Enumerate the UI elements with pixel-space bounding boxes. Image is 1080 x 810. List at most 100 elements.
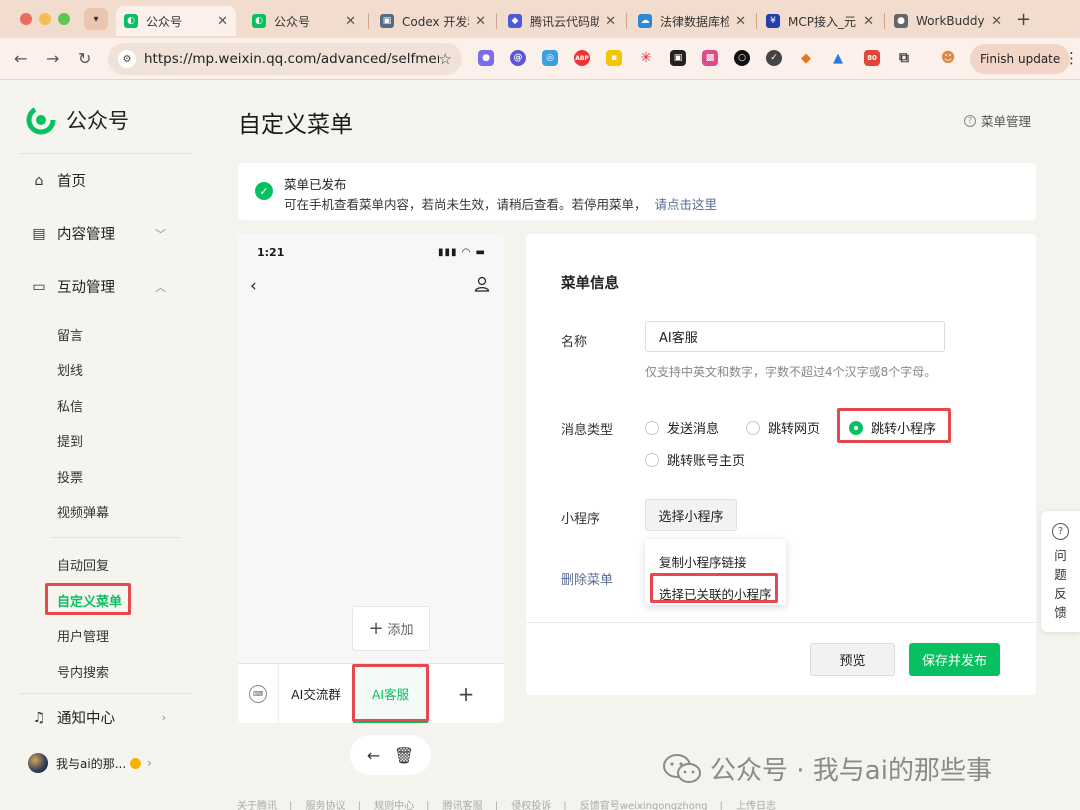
extension-icon[interactable]: ▲: [830, 50, 846, 66]
chat-bubble-icon: ▭: [32, 278, 46, 295]
tab-wechat-mp-active[interactable]: ◐ 公众号 ✕: [116, 6, 236, 36]
sidebar-subitem-search[interactable]: 号内搜索: [57, 662, 109, 681]
sidebar-item-notifications[interactable]: ♫ 通知中心 ›: [30, 707, 180, 728]
select-miniprogram-button[interactable]: 选择小程序: [645, 499, 737, 531]
extension-icon[interactable]: ✓: [766, 50, 782, 66]
radio-send-message[interactable]: 发送消息: [645, 418, 719, 437]
tab-wechat-mp[interactable]: ◐ 公众号 ✕: [244, 6, 364, 36]
footer-link[interactable]: 上传日志: [736, 801, 776, 810]
profile-icon[interactable]: ☻: [940, 50, 956, 66]
sidebar-subitem-danmaku[interactable]: 视频弹幕: [57, 502, 109, 521]
menu-name-input[interactable]: [645, 321, 945, 352]
close-icon[interactable]: ✕: [475, 14, 486, 29]
highlight-custom-menu: [45, 583, 131, 615]
sidebar-subitem-auto-reply[interactable]: 自动回复: [57, 555, 109, 574]
check-circle-icon: ✓: [255, 182, 273, 200]
chevron-right-icon: ›: [147, 756, 152, 770]
wechat-icon: [663, 753, 701, 783]
chevron-down-icon: ﹀: [155, 227, 166, 241]
site-settings-icon[interactable]: ⚙: [118, 50, 136, 68]
tab-codex[interactable]: ▣ Codex 开发和 ✕: [372, 6, 494, 36]
sidebar-subitem-mentions[interactable]: 提到: [57, 431, 83, 450]
delete-menu-link[interactable]: 删除菜单: [561, 569, 613, 588]
address-bar[interactable]: ⚙ https://mp.weixin.qq.com/advanced/self…: [108, 43, 462, 75]
tab-search-chevron-icon[interactable]: ▾: [84, 8, 108, 30]
sidebar-subitem-vote[interactable]: 投票: [57, 467, 83, 486]
window-close-button[interactable]: [20, 13, 32, 25]
extension-icon[interactable]: ▩: [702, 50, 718, 66]
trash-icon[interactable]: 🗑: [394, 746, 414, 765]
close-icon[interactable]: ✕: [217, 14, 228, 29]
footer-link[interactable]: 腾讯客服: [443, 801, 483, 810]
more-menu-icon[interactable]: ⋮: [1064, 49, 1079, 67]
extension-icon[interactable]: ○: [734, 50, 750, 66]
puzzle-icon[interactable]: ⧉: [896, 50, 912, 66]
tab-tencent-cloud[interactable]: ◆ 腾讯云代码助 ✕: [500, 6, 624, 36]
menu-item-ai-group[interactable]: AI交流群: [278, 664, 353, 723]
close-icon[interactable]: ✕: [605, 14, 616, 29]
close-icon[interactable]: ✕: [863, 14, 874, 29]
account-switcher[interactable]: 我与ai的那... ›: [28, 753, 152, 773]
user-icon[interactable]: [474, 276, 490, 292]
sidebar-subitem-messages[interactable]: 私信: [57, 396, 83, 415]
back-arrow-icon[interactable]: ←: [14, 49, 27, 68]
adblock-icon[interactable]: ABP: [574, 50, 590, 66]
browser-toolbar: ← → ↻ ⚙ https://mp.weixin.qq.com/advance…: [0, 38, 1080, 80]
extension-icon[interactable]: ▪: [606, 50, 622, 66]
preview-button[interactable]: 预览: [810, 643, 895, 676]
save-publish-button[interactable]: 保存并发布: [909, 643, 1000, 676]
bookmark-star-icon[interactable]: ☆: [439, 50, 452, 68]
logo[interactable]: 公众号: [26, 105, 129, 135]
forward-arrow-icon[interactable]: →: [46, 49, 59, 68]
close-icon[interactable]: ✕: [991, 14, 1002, 29]
feedback-widget[interactable]: ? 问 题 反 馈: [1041, 511, 1080, 632]
tab-mcp[interactable]: ¥ MCP接入_元 ✕: [758, 6, 882, 36]
extension-badge-icon[interactable]: 80: [864, 50, 880, 66]
window-minimize-button[interactable]: [39, 13, 51, 25]
footer-link[interactable]: 反馈官号weixingongzhong: [580, 801, 708, 810]
extension-icon[interactable]: ▣: [670, 50, 686, 66]
close-icon[interactable]: ✕: [345, 14, 356, 29]
tab-law-db[interactable]: ☁ 法律数据库检 ✕: [630, 6, 754, 36]
sidebar-item-interaction[interactable]: ▭ 互动管理 ︿: [30, 276, 180, 297]
footer-link[interactable]: 规则中心: [374, 801, 414, 810]
window-zoom-button[interactable]: [58, 13, 70, 25]
chevron-right-icon: ›: [161, 711, 166, 724]
publish-notice: ✓ 菜单已发布 可在手机查看菜单内容，若尚未生效，请稍后查看。若停用菜单， 请点击…: [238, 163, 1036, 220]
keyboard-toggle[interactable]: ⌨: [238, 664, 278, 723]
add-menu-button[interactable]: +: [428, 664, 503, 723]
new-tab-button[interactable]: +: [1016, 9, 1031, 30]
sidebar-subitem-underline[interactable]: 划线: [57, 360, 83, 379]
sidebar-item-content[interactable]: ▤ 内容管理 ﹀: [30, 223, 180, 244]
extension-icon[interactable]: @: [510, 50, 526, 66]
extension-icon[interactable]: ◎: [542, 50, 558, 66]
extension-icon[interactable]: ✳: [638, 50, 654, 66]
footer-link[interactable]: 侵权投诉: [511, 801, 551, 810]
sort-arrow-icon[interactable]: ←: [367, 746, 380, 765]
back-chevron-icon[interactable]: ‹: [250, 276, 257, 296]
radio-jump-account-home[interactable]: 跳转账号主页: [645, 450, 745, 469]
reload-icon[interactable]: ↻: [78, 49, 91, 68]
footer-link[interactable]: 服务协议: [306, 801, 346, 810]
bell-icon: ♫: [32, 709, 46, 726]
menu-edit-tools: ← 🗑: [350, 735, 431, 775]
sidebar-item-home[interactable]: ⌂ 首页: [30, 170, 180, 191]
sidebar-subitem-comments[interactable]: 留言: [57, 325, 83, 344]
metamask-icon[interactable]: ◆: [798, 50, 814, 66]
dropdown-copy-link[interactable]: 复制小程序链接: [659, 552, 747, 571]
menu-management-link[interactable]: ? 菜单管理: [964, 111, 1031, 130]
chevron-up-icon: ︿: [155, 280, 166, 294]
tab-workbuddy[interactable]: ● WorkBuddy ✕: [886, 6, 1010, 36]
add-submenu-button[interactable]: + 添加: [352, 606, 430, 651]
highlight-ai-service-menu: [352, 664, 429, 722]
finish-update-button[interactable]: Finish update: [970, 44, 1071, 74]
sidebar-subitem-user-mgmt[interactable]: 用户管理: [57, 626, 109, 645]
disable-menu-link[interactable]: 请点击这里: [655, 197, 718, 212]
footer-links: 关于腾讯 | 服务协议 | 规则中心 | 腾讯客服 | 侵权投诉 | 反馈官号weixin…: [237, 801, 777, 810]
extension-icon[interactable]: ●: [478, 50, 494, 66]
close-icon[interactable]: ✕: [735, 14, 746, 29]
radio-jump-webpage[interactable]: 跳转网页: [746, 418, 820, 437]
question-icon: ?: [1052, 523, 1069, 540]
phone-preview: 1:21 ▮▮▮ ◠ ▬ ‹ + 添加 ⌨ AI交流群 AI客服 +: [238, 234, 504, 723]
footer-link[interactable]: 关于腾讯: [237, 801, 277, 810]
